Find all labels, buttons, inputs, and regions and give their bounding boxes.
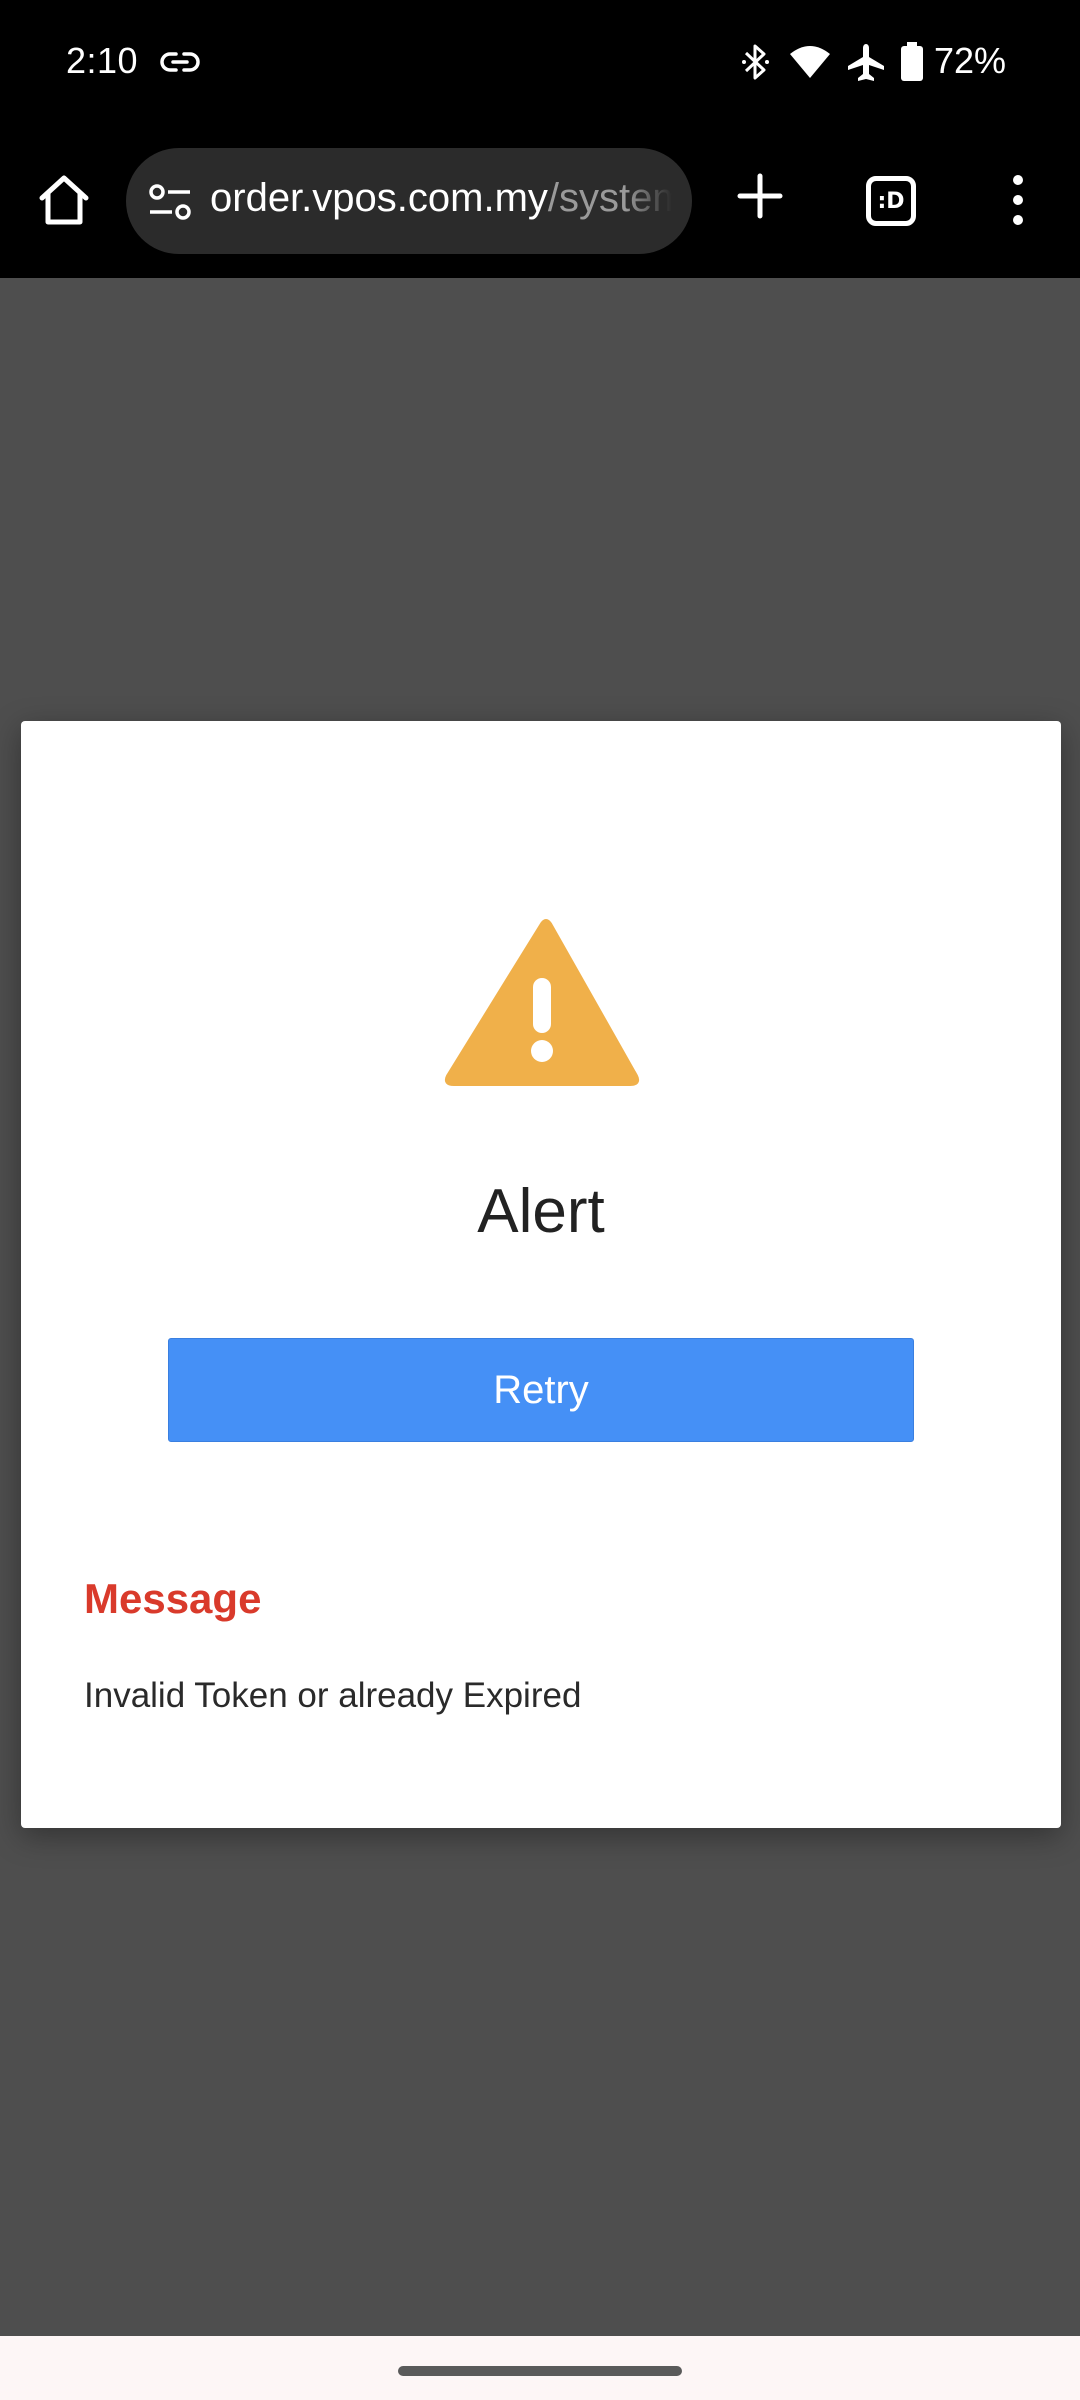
site-settings-icon[interactable] bbox=[148, 182, 192, 222]
warning-icon bbox=[444, 919, 640, 1086]
battery-percentage: 72% bbox=[934, 40, 1007, 81]
tab-switcher-button[interactable]: :D bbox=[866, 176, 916, 226]
address-bar[interactable]: order.vpos.com.my/system bbox=[126, 148, 692, 254]
url-host: order.vpos.com.my bbox=[210, 176, 548, 220]
status-bar: 2:10 72% bbox=[0, 0, 1080, 128]
more-menu-icon[interactable] bbox=[1000, 172, 1036, 228]
message-text: Invalid Token or already Expired bbox=[84, 1676, 582, 1715]
home-gesture-handle[interactable] bbox=[398, 2366, 682, 2376]
status-time: 2:10 bbox=[66, 40, 139, 81]
retry-button[interactable]: Retry bbox=[168, 1338, 914, 1442]
alert-title: Alert bbox=[477, 1177, 605, 1246]
url-path: /system bbox=[547, 176, 672, 220]
bluetooth-icon bbox=[742, 44, 769, 80]
home-icon[interactable] bbox=[36, 172, 92, 228]
status-icons: 72% bbox=[730, 36, 1080, 92]
browser-toolbar: order.vpos.com.my/system :D bbox=[0, 128, 1080, 278]
battery-icon bbox=[901, 42, 923, 81]
wifi-icon bbox=[790, 46, 830, 78]
gesture-nav-bar bbox=[0, 2336, 1080, 2400]
alert-dialog: Alert Retry Message Invalid Token or alr… bbox=[21, 721, 1061, 1828]
link-icon bbox=[160, 52, 200, 72]
airplane-icon bbox=[848, 44, 884, 81]
new-tab-icon[interactable] bbox=[736, 172, 784, 220]
message-heading: Message bbox=[84, 1575, 262, 1622]
url-text[interactable]: order.vpos.com.my/system bbox=[210, 176, 672, 221]
